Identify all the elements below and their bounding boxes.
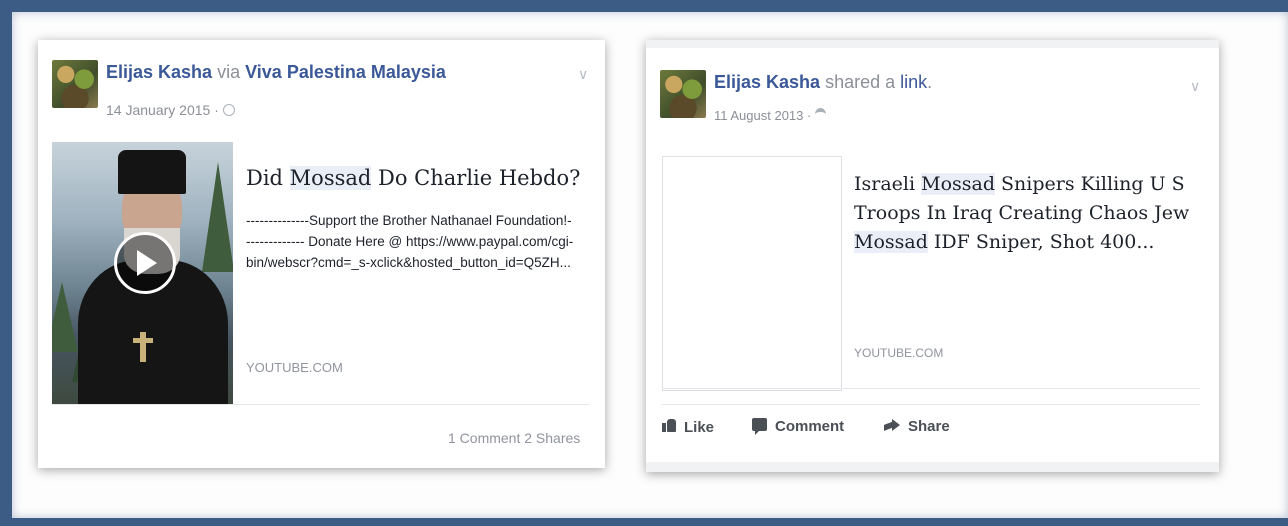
thumbs-up-icon	[662, 418, 676, 432]
title-part: Did	[246, 166, 290, 190]
link-domain: YOUTUBE.COM	[854, 346, 944, 360]
divider	[662, 404, 1200, 405]
post-header: Elijas Kasha via Viva Palestina Malaysia	[106, 62, 446, 83]
via-text: via	[217, 62, 241, 82]
link-description: --------------Support the Brother Nathan…	[246, 213, 574, 270]
figure-hat	[118, 150, 186, 194]
highlight-word: Mossad	[854, 231, 928, 253]
divider	[662, 388, 1200, 389]
post-card-body: Elijas Kasha shared a link. 11 August 20…	[646, 48, 1219, 462]
post-date: 14 January 2015 ·	[106, 102, 235, 118]
author-name[interactable]: Elijas Kasha	[106, 62, 212, 82]
link-domain: YOUTUBE.COM	[246, 360, 343, 375]
share-button[interactable]: Share	[884, 418, 950, 436]
like-button[interactable]: Like	[662, 418, 714, 437]
link-word[interactable]: link	[900, 72, 927, 92]
author-avatar[interactable]	[52, 60, 98, 108]
post-card-left: Elijas Kasha via Viva Palestina Malaysia…	[38, 40, 605, 468]
shared-text: shared a	[825, 72, 896, 92]
highlight-word: Mossad	[921, 173, 995, 195]
author-name[interactable]: Elijas Kasha	[714, 72, 820, 92]
post-timestamp[interactable]: 11 August 2013 ·	[714, 108, 811, 123]
globe-icon	[222, 104, 235, 116]
post-card-right: Elijas Kasha shared a link. 11 August 20…	[646, 40, 1219, 472]
play-icon[interactable]	[114, 232, 176, 294]
tree-shape	[202, 162, 233, 272]
divider	[52, 404, 590, 405]
like-label: Like	[684, 419, 715, 436]
title-part: Snipers Killing U S	[995, 173, 1185, 195]
title-part: IDF Sniper, Shot 400...	[927, 231, 1155, 253]
post-date: 11 August 2013 ·	[714, 108, 826, 123]
page-name-link[interactable]: Viva Palestina Malaysia	[245, 62, 446, 82]
title-part: Israeli	[854, 173, 922, 195]
title-line-3: Mossad IDF Sniper, Shot 400...	[854, 228, 1194, 257]
comment-icon	[752, 418, 767, 435]
link-title[interactable]: Israeli Mossad Snipers Killing U S Troop…	[854, 170, 1194, 257]
friends-icon	[814, 108, 826, 121]
cross-shape	[133, 332, 153, 362]
title-line-2: Troops In Iraq Creating Chaos Jew	[854, 202, 1190, 224]
video-thumbnail[interactable]	[52, 142, 233, 404]
chevron-down-icon[interactable]: ∨	[1190, 78, 1200, 95]
link-title[interactable]: Did Mossad Do Charlie Hebdo?	[246, 164, 586, 193]
engagement-counts[interactable]: 1 Comment 2 Shares	[448, 430, 580, 446]
share-label: Share	[908, 418, 950, 435]
author-avatar[interactable]	[660, 70, 706, 118]
comment-button[interactable]: Comment	[752, 418, 844, 436]
share-icon	[884, 419, 900, 431]
title-part: Do Charlie Hebdo?	[371, 166, 581, 190]
link-thumbnail[interactable]	[662, 156, 842, 391]
post-header: Elijas Kasha shared a link.	[714, 72, 933, 92]
title-line-1: Israeli Mossad Snipers Killing U S	[854, 170, 1194, 199]
highlight-word: Mossad	[289, 166, 372, 190]
chevron-down-icon[interactable]: ∨	[578, 66, 588, 83]
post-timestamp[interactable]: 14 January 2015 ·	[106, 102, 219, 118]
comment-label: Comment	[775, 418, 845, 435]
